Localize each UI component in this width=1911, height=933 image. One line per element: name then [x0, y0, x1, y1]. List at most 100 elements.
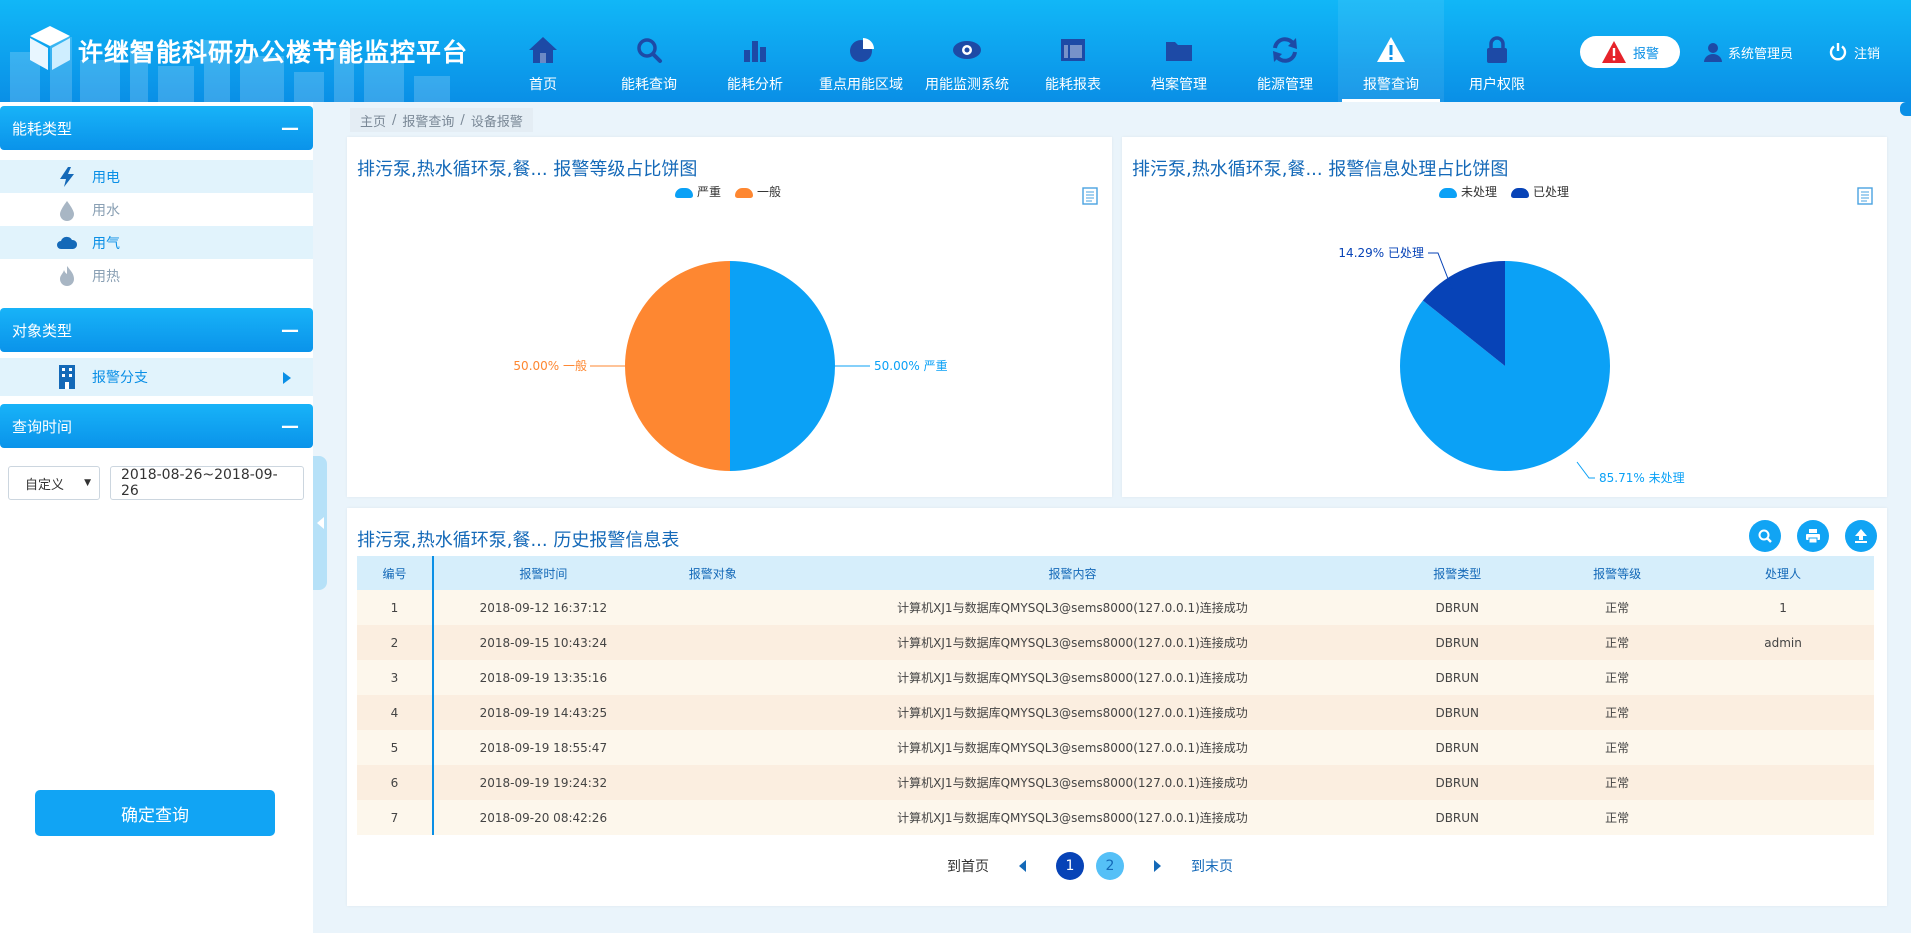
table-row[interactable]: 3 2018-09-19 13:35:16 计算机XJ1与数据库QMYSQL3@se… — [357, 660, 1874, 695]
sidebar-item-water[interactable]: 用水 — [0, 193, 313, 226]
sidebar-item-electricity[interactable]: 用电 — [0, 160, 313, 193]
first-page-link[interactable]: 到首页 — [947, 856, 989, 876]
sidebar-collapse-handle[interactable] — [313, 456, 327, 590]
table-cell: 2018-09-12 16:37:12 — [432, 590, 653, 625]
column-header[interactable]: 报警等级 — [1542, 556, 1693, 590]
column-header[interactable]: 报警对象 — [652, 556, 773, 590]
table-cell: 计算机XJ1与数据库QMYSQL3@sems8000(127.0.0.1)连接成… — [772, 800, 1373, 835]
history-alarm-card: 排污泵,热水循环泵,餐... 历史报警信息表 编号 报警时间 报警对象 报警内容… — [347, 508, 1887, 906]
nav-alarm-query[interactable]: 报警查询 — [1338, 0, 1444, 102]
object-type-panel-header[interactable]: 对象类型 — — [0, 308, 313, 352]
user-name: 系统管理员 — [1728, 46, 1794, 62]
nav-label: 用能监测系统 — [925, 77, 1009, 93]
table-row[interactable]: 6 2018-09-19 19:24:32 计算机XJ1与数据库QMYSQL3@se… — [357, 765, 1874, 800]
table-cell: 2018-09-19 14:43:25 — [432, 695, 653, 730]
query-time-panel-header[interactable]: 查询时间 — — [0, 404, 313, 448]
nav-label: 能耗分析 — [727, 77, 783, 93]
table-cell: 计算机XJ1与数据库QMYSQL3@sems8000(127.0.0.1)连接成… — [772, 660, 1373, 695]
main-nav: 首页 能耗查询 能耗分析 重点用能区域 用能监测系统 能耗报表 档案管理 能源管… — [490, 0, 1550, 102]
last-page-link[interactable]: 到末页 — [1191, 856, 1233, 876]
confirm-query-button[interactable]: 确定查询 — [35, 790, 275, 836]
table-row[interactable]: 5 2018-09-19 18:55:47 计算机XJ1与数据库QMYSQL3@se… — [357, 730, 1874, 765]
page-2-button[interactable]: 2 — [1096, 852, 1124, 880]
column-header[interactable]: 报警内容 — [772, 556, 1373, 590]
collapse-icon[interactable]: — — [281, 118, 299, 139]
column-header[interactable]: 报警时间 — [432, 556, 653, 590]
scroll-indicator[interactable] — [1900, 102, 1911, 116]
table-row[interactable]: 2 2018-09-15 10:43:24 计算机XJ1与数据库QMYSQL3@se… — [357, 625, 1874, 660]
time-mode-value: 自定义 — [25, 477, 65, 493]
table-cell: DBRUN — [1372, 730, 1543, 765]
table-cell: 正常 — [1542, 625, 1693, 660]
table-row[interactable]: 1 2018-09-12 16:37:12 计算机XJ1与数据库QMYSQL3@se… — [357, 590, 1874, 625]
sidebar-item-heat[interactable]: 用热 — [0, 259, 313, 292]
branch-label: 报警分支 — [92, 370, 148, 386]
logout-button[interactable]: 注销 — [1828, 42, 1880, 62]
column-header[interactable]: 编号 — [357, 556, 434, 590]
nav-label: 重点用能区域 — [819, 77, 903, 93]
nav-label: 报警查询 — [1363, 77, 1419, 93]
current-user[interactable]: 系统管理员 — [1704, 42, 1793, 62]
nav-energy-analysis[interactable]: 能耗分析 — [702, 0, 808, 102]
time-row: 自定义 ▼ 2018-08-26~2018-09-26 — [0, 448, 313, 518]
table-cell: 1 — [1692, 590, 1874, 625]
app-title: 许继智能科研办公楼节能监控平台 — [78, 38, 469, 67]
breadcrumb-home[interactable]: 主页 — [360, 111, 386, 130]
column-header[interactable]: 报警类型 — [1372, 556, 1543, 590]
nav-label: 首页 — [529, 77, 557, 93]
next-page-icon[interactable] — [1154, 860, 1161, 872]
bar-chart-icon — [744, 41, 766, 62]
date-range-input[interactable]: 2018-08-26~2018-09-26 — [110, 466, 304, 500]
table-cell — [652, 695, 773, 730]
sidebar-item-gas[interactable]: 用气 — [0, 226, 313, 259]
table-row[interactable]: 4 2018-09-19 14:43:25 计算机XJ1与数据库QMYSQL3@se… — [357, 695, 1874, 730]
breadcrumb: 主页 / 报警查询 / 设备报警 — [350, 108, 533, 132]
nav-label: 档案管理 — [1151, 77, 1207, 93]
table-cell: 5 — [357, 730, 434, 765]
lock-icon — [1487, 36, 1507, 63]
breadcrumb-alarm-query[interactable]: 报警查询 — [402, 111, 454, 130]
energy-type-panel-header[interactable]: 能耗类型 — — [0, 106, 313, 150]
table-cell — [1692, 660, 1874, 695]
nav-home[interactable]: 首页 — [490, 0, 596, 102]
search-button[interactable] — [1749, 520, 1781, 552]
table-cell — [1692, 800, 1874, 835]
pie-slice[interactable] — [730, 261, 835, 471]
column-header[interactable]: 处理人 — [1692, 556, 1874, 590]
nav-label: 能耗查询 — [621, 77, 677, 93]
time-mode-select[interactable]: 自定义 ▼ — [8, 466, 100, 500]
table-cell — [1692, 765, 1874, 800]
panel-title: 能耗类型 — [12, 119, 73, 138]
power-icon — [1829, 43, 1847, 61]
nav-archive[interactable]: 档案管理 — [1126, 0, 1232, 102]
table-row[interactable]: 7 2018-09-20 08:42:26 计算机XJ1与数据库QMYSQL3@se… — [357, 800, 1874, 835]
nav-energy-report[interactable]: 能耗报表 — [1020, 0, 1126, 102]
expand-arrow-icon[interactable] — [283, 372, 291, 384]
pie-data-label: 50.00% 一般 — [513, 358, 587, 373]
pie-slice[interactable] — [625, 261, 730, 471]
search-icon — [1758, 529, 1772, 543]
nav-energy-query[interactable]: 能耗查询 — [596, 0, 702, 102]
nav-energy-management[interactable]: 能源管理 — [1232, 0, 1338, 102]
alarm-button[interactable]: 报警 — [1580, 36, 1680, 68]
flame-icon — [60, 265, 74, 286]
table-cell: DBRUN — [1372, 695, 1543, 730]
report-icon — [1061, 39, 1085, 61]
page-1-button[interactable]: 1 — [1056, 852, 1084, 880]
table-cell: admin — [1692, 625, 1874, 660]
table-cell: 2018-09-19 13:35:16 — [432, 660, 653, 695]
table-cell: 4 — [357, 695, 434, 730]
table-cell — [652, 660, 773, 695]
prev-page-icon[interactable] — [1019, 860, 1026, 872]
nav-label: 能耗报表 — [1045, 77, 1101, 93]
collapse-icon[interactable]: — — [281, 416, 299, 437]
alarm-branch-item[interactable]: 报警分支 — [0, 358, 313, 396]
export-button[interactable] — [1845, 520, 1877, 552]
cloud-icon — [57, 236, 78, 249]
nav-label: 用户权限 — [1469, 77, 1525, 93]
nav-user-permissions[interactable]: 用户权限 — [1444, 0, 1550, 102]
collapse-icon[interactable]: — — [281, 320, 299, 341]
print-button[interactable] — [1797, 520, 1829, 552]
nav-monitoring-system[interactable]: 用能监测系统 — [914, 0, 1020, 102]
nav-key-areas[interactable]: 重点用能区域 — [808, 0, 914, 102]
